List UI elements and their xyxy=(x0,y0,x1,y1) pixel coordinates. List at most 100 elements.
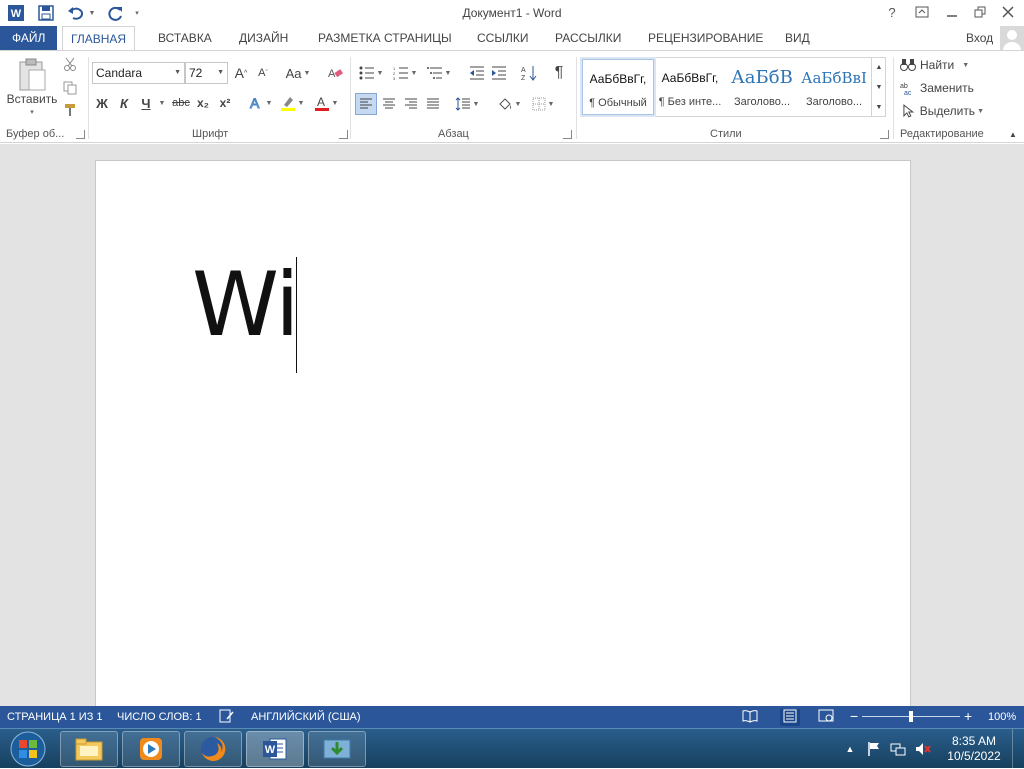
style-preview: АаБбВ xyxy=(731,67,793,88)
borders-icon[interactable]: ▼ xyxy=(528,93,558,115)
read-mode-icon[interactable] xyxy=(742,709,758,726)
network-icon[interactable] xyxy=(888,729,908,769)
zoom-in-icon[interactable]: + xyxy=(964,708,972,724)
tab-references[interactable]: ССЫЛКИ xyxy=(469,26,536,50)
shading-icon[interactable]: ▼ xyxy=(494,93,524,115)
download-app-taskbar-button[interactable] xyxy=(308,731,366,767)
bullets-icon[interactable]: ▼ xyxy=(356,62,386,84)
change-case-button[interactable]: Aa ▼ xyxy=(282,62,314,84)
proofing-icon[interactable] xyxy=(219,709,235,727)
select-button[interactable]: Выделить ▼ xyxy=(900,101,984,121)
editing-group-label: Редактирование xyxy=(900,128,984,140)
sign-in-link[interactable]: Вход xyxy=(958,26,1001,50)
start-button[interactable] xyxy=(6,731,50,767)
show-desktop-button[interactable] xyxy=(1012,729,1024,769)
numbering-icon[interactable]: 1 2 3 ▼ xyxy=(390,62,420,84)
media-player-taskbar-button[interactable] xyxy=(122,731,180,767)
style-heading-1[interactable]: АаБбВ Заголово... xyxy=(726,59,798,115)
clipboard-launcher-icon[interactable] xyxy=(76,130,85,139)
strikethrough-button[interactable]: abc xyxy=(170,93,192,113)
word-icon: W xyxy=(263,738,287,760)
style-no-spacing[interactable]: АаБбВвГг, ¶ Без инте... xyxy=(654,59,726,115)
underline-dropdown-icon[interactable]: ▼ xyxy=(156,93,166,113)
show-hidden-icons-icon[interactable]: ▲ xyxy=(842,729,858,769)
paste-icon[interactable] xyxy=(10,57,54,95)
highlight-icon[interactable]: ▼ xyxy=(278,93,306,113)
styles-launcher-icon[interactable] xyxy=(880,130,889,139)
document-page[interactable]: Wi xyxy=(95,160,911,720)
more-styles-icon[interactable]: ▼ xyxy=(872,97,886,117)
clock[interactable]: 8:35 AM 10/5/2022 xyxy=(940,729,1008,769)
zoom-out-icon[interactable]: − xyxy=(850,708,858,724)
format-painter-icon[interactable] xyxy=(60,101,80,119)
language-indicator[interactable]: АНГЛИЙСКИЙ (США) xyxy=(251,711,361,723)
show-formatting-button[interactable]: ¶ xyxy=(548,62,570,84)
font-name-combo[interactable]: Candara ▼ xyxy=(92,62,185,84)
sort-icon[interactable]: AZ xyxy=(518,62,540,84)
find-button[interactable]: Найти ▼ xyxy=(900,55,984,75)
collapse-ribbon-icon[interactable]: ▲ xyxy=(1006,128,1020,140)
tab-mailings[interactable]: РАССЫЛКИ xyxy=(547,26,629,50)
paragraph-launcher-icon[interactable] xyxy=(563,130,572,139)
firefox-taskbar-button[interactable] xyxy=(184,731,242,767)
multilevel-list-icon[interactable]: ▼ xyxy=(424,62,454,84)
tab-insert[interactable]: ВСТАВКА xyxy=(150,26,220,50)
paste-dropdown-icon[interactable]: ▾ xyxy=(26,107,36,117)
font-launcher-icon[interactable] xyxy=(339,130,348,139)
align-center-icon[interactable] xyxy=(378,93,400,115)
web-layout-icon[interactable] xyxy=(818,709,834,726)
style-normal[interactable]: АаБбВвГг, ¶ Обычный xyxy=(580,57,656,117)
subscript-button[interactable]: x₂ xyxy=(194,93,212,113)
tab-design[interactable]: ДИЗАЙН xyxy=(231,26,296,50)
superscript-button[interactable]: x² xyxy=(216,93,234,113)
replace-button[interactable]: ab ac Заменить xyxy=(900,78,984,98)
restore-icon[interactable] xyxy=(968,2,992,22)
underline-button[interactable]: Ч xyxy=(138,93,154,113)
clear-formatting-icon[interactable]: A xyxy=(324,62,346,84)
line-spacing-icon[interactable]: ▼ xyxy=(452,93,482,115)
tab-file[interactable]: ФАЙЛ xyxy=(0,26,58,50)
italic-button[interactable]: К xyxy=(116,93,132,113)
word-count[interactable]: ЧИСЛО СЛОВ: 1 xyxy=(117,711,202,723)
tab-page-layout[interactable]: РАЗМЕТКА СТРАНИЦЫ xyxy=(310,26,460,50)
cut-icon[interactable] xyxy=(60,55,80,73)
copy-icon[interactable] xyxy=(60,79,80,97)
replace-icon: abac xyxy=(900,83,912,95)
style-heading-2[interactable]: АаБбВвІ Заголово... xyxy=(798,59,870,115)
minimize-icon[interactable] xyxy=(940,2,964,22)
font-color-icon[interactable]: A ▼ xyxy=(312,93,340,113)
scroll-down-icon[interactable]: ▼ xyxy=(872,77,886,97)
print-layout-icon[interactable] xyxy=(780,709,800,726)
justify-icon[interactable] xyxy=(422,93,444,115)
avatar[interactable] xyxy=(1000,26,1024,50)
tab-review[interactable]: РЕЦЕНЗИРОВАНИЕ xyxy=(640,26,771,50)
document-text[interactable]: Wi xyxy=(192,261,300,349)
tab-view[interactable]: ВИД xyxy=(777,26,818,50)
increase-indent-icon[interactable] xyxy=(488,62,510,84)
zoom-slider-thumb[interactable] xyxy=(909,711,913,722)
align-right-icon[interactable] xyxy=(400,93,422,115)
tab-home[interactable]: ГЛАВНАЯ xyxy=(62,26,136,51)
group-separator xyxy=(576,57,577,139)
text-effects-icon[interactable]: A ▼ xyxy=(246,93,274,113)
volume-muted-icon[interactable] xyxy=(912,729,934,769)
explorer-taskbar-button[interactable] xyxy=(60,731,118,767)
page-count[interactable]: СТРАНИЦА 1 ИЗ 1 xyxy=(7,711,103,723)
paste-button[interactable]: Вставить xyxy=(4,91,60,107)
decrease-indent-icon[interactable] xyxy=(466,62,488,84)
word-taskbar-button[interactable]: W xyxy=(246,731,304,767)
zoom-level[interactable]: 100% xyxy=(988,711,1016,723)
close-icon[interactable] xyxy=(996,2,1020,22)
align-left-icon[interactable] xyxy=(355,93,377,115)
grow-font-button[interactable]: A ^ xyxy=(232,62,250,84)
font-size-combo[interactable]: 72 ▼ xyxy=(185,62,228,84)
bold-button[interactable]: Ж xyxy=(94,93,110,113)
help-button[interactable]: ? xyxy=(880,2,904,22)
ribbon-display-options-icon[interactable] xyxy=(910,2,934,22)
shrink-font-button[interactable]: Aˇ xyxy=(254,62,272,84)
scroll-up-icon[interactable]: ▲ xyxy=(872,57,886,77)
action-center-flag-icon[interactable] xyxy=(864,729,884,769)
ribbon-tabs: ФАЙЛ ГЛАВНАЯ ВСТАВКА ДИЗАЙН РАЗМЕТКА СТР… xyxy=(0,26,1024,51)
svg-text:Z: Z xyxy=(521,75,526,81)
folder-icon xyxy=(75,738,103,761)
